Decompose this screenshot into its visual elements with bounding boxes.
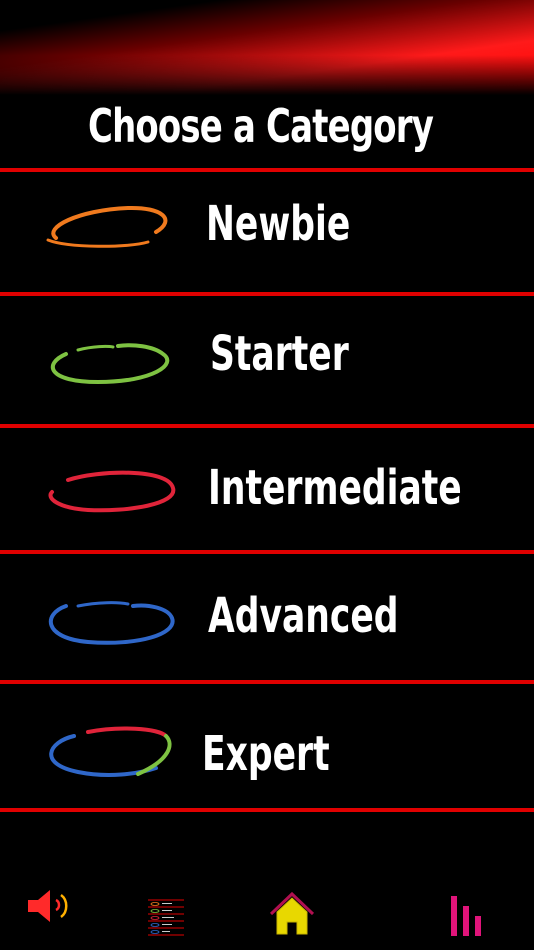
category-intermediate-button[interactable]: Intermediate: [0, 428, 534, 548]
category-label: Intermediate: [208, 460, 462, 516]
header-gradient-bar: [0, 0, 534, 95]
category-newbie-button[interactable]: Newbie: [0, 172, 534, 292]
sound-toggle-button[interactable]: [20, 876, 80, 936]
category-label: Starter: [210, 326, 349, 382]
divider: [0, 808, 534, 812]
categories-menu-button[interactable]: [146, 876, 186, 938]
page-title: Choose a Category: [88, 99, 434, 153]
red-swirl-icon: [48, 470, 176, 513]
category-list-thumbnail-icon: [148, 898, 184, 938]
category-label: Expert: [202, 726, 330, 782]
home-button[interactable]: [268, 876, 328, 936]
blue-swirl-icon: [48, 601, 175, 645]
leaderboard-bars-icon: [451, 896, 481, 936]
category-starter-button[interactable]: Starter: [0, 296, 534, 416]
orange-swirl-icon: [46, 205, 168, 248]
category-label: Newbie: [206, 196, 351, 252]
category-expert-button[interactable]: Expert: [0, 684, 534, 804]
green-swirl-icon: [50, 343, 170, 385]
category-label: Advanced: [208, 588, 399, 644]
category-advanced-button[interactable]: Advanced: [0, 554, 534, 674]
multicolor-swirl-icon: [49, 726, 172, 777]
home-icon: [269, 891, 315, 935]
speaker-icon: [28, 890, 68, 922]
bottom-toolbar: [0, 862, 534, 950]
leaderboard-button[interactable]: [448, 876, 508, 936]
